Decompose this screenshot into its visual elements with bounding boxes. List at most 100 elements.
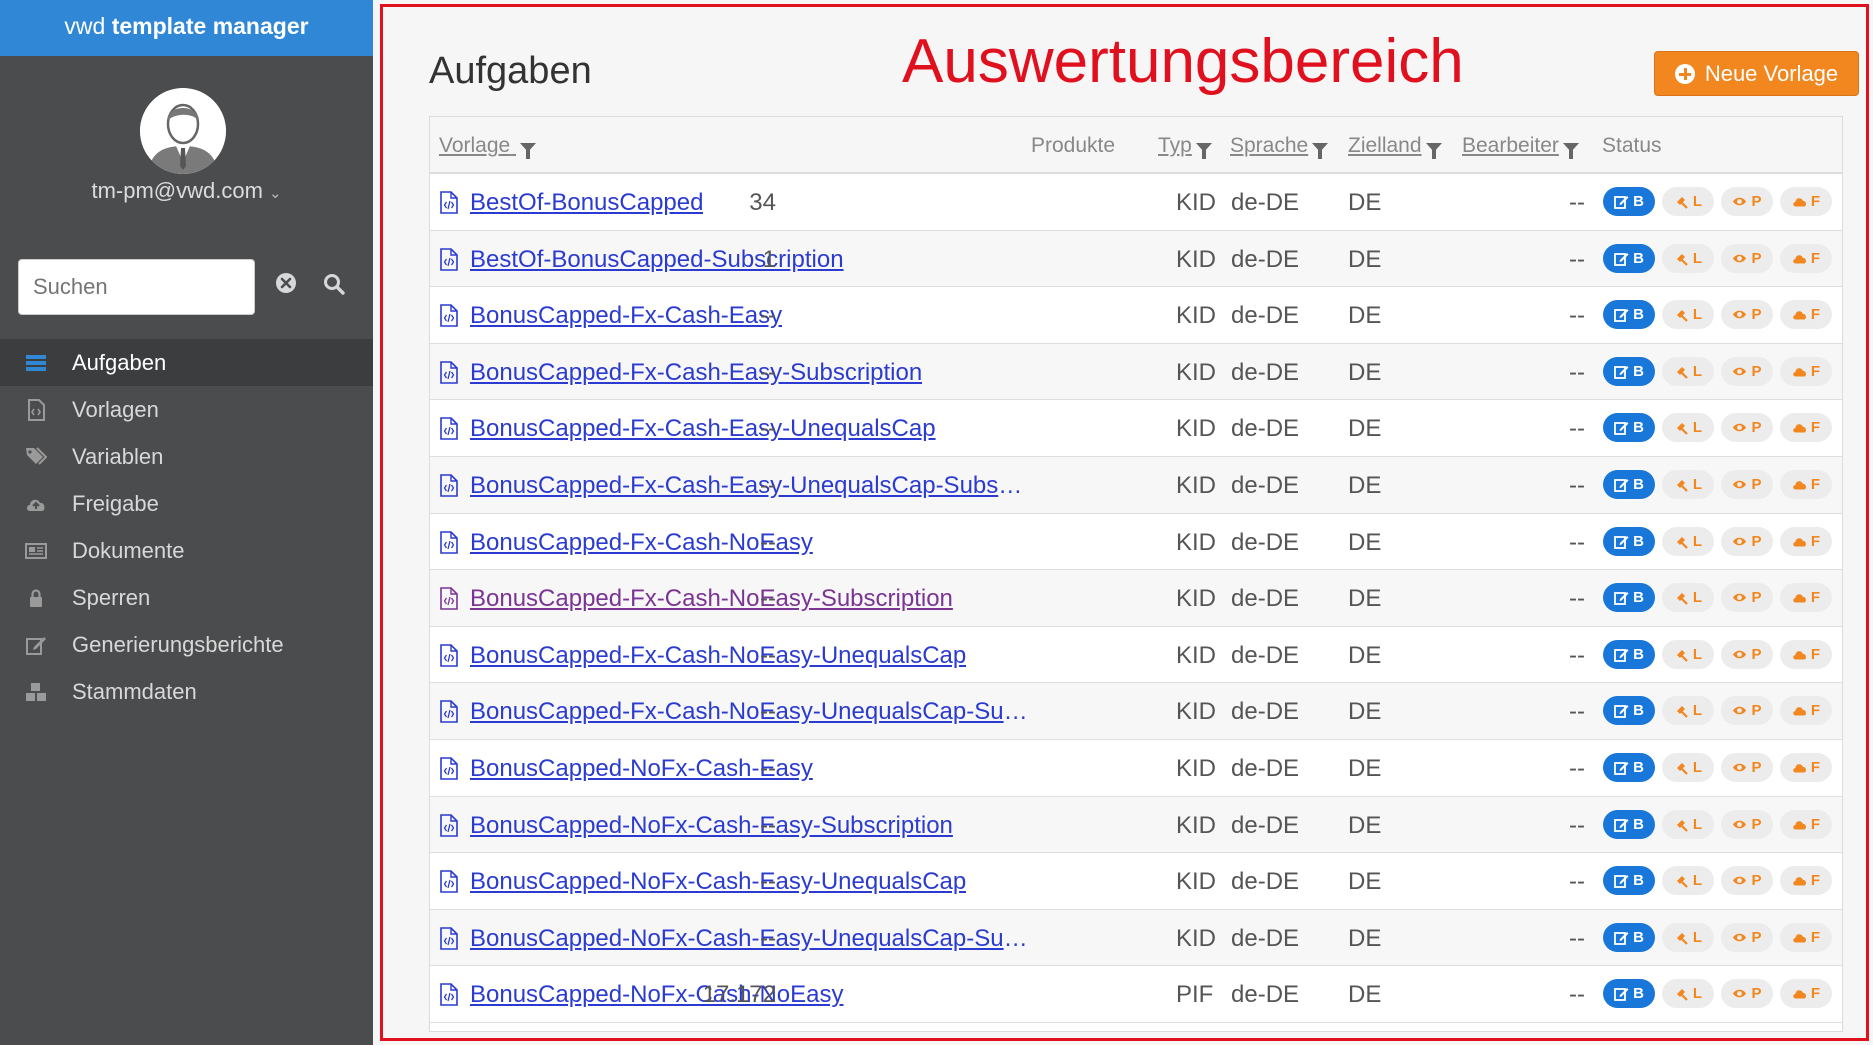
status-badge-l[interactable]: L: [1662, 583, 1714, 613]
table-row[interactable]: BonusCapped-Fx-Cash-Easy -- KID de-DE DE -- B L…: [430, 287, 1842, 344]
avatar[interactable]: [140, 88, 226, 174]
template-link[interactable]: BestOf-BonusCapped: [470, 189, 703, 217]
template-link[interactable]: BonusCapped-Fx-Cash-NoEasy-Subscription: [470, 585, 953, 613]
sidebar-item-dokumente[interactable]: Dokumente: [0, 527, 373, 574]
status-badge-l[interactable]: L: [1662, 243, 1714, 273]
template-link[interactable]: BonusCapped-NoFx-Cash-Easy-UnequalsCap: [470, 868, 966, 896]
status-badge-b[interactable]: B: [1603, 300, 1655, 330]
filter-icon[interactable]: [1425, 143, 1442, 159]
user-menu[interactable]: tm-pm@vwd.com ⌄: [0, 178, 373, 204]
status-badge-b[interactable]: B: [1603, 809, 1655, 839]
status-badge-l[interactable]: L: [1662, 922, 1714, 952]
status-badge-f[interactable]: F: [1780, 356, 1832, 386]
status-badge-p[interactable]: P: [1721, 187, 1773, 216]
header-typ[interactable]: Typ: [1158, 134, 1212, 159]
table-row[interactable]: BonusCapped-Fx-Cash-Easy-UnequalsCap-Sub…: [430, 456, 1842, 514]
status-badge-f[interactable]: F: [1780, 243, 1832, 273]
filter-icon[interactable]: [1195, 143, 1212, 159]
status-badge-f[interactable]: F: [1780, 979, 1832, 1009]
status-badge-p[interactable]: P: [1721, 809, 1773, 839]
table-row[interactable]: BonusCapped-Fx-Cash-NoEasy-UnequalsCap-S…: [430, 683, 1842, 740]
table-row[interactable]: BonusCapped-NoFx-Cash-Easy-UnequalsCap --…: [430, 853, 1842, 910]
status-badge-f[interactable]: F: [1780, 526, 1832, 556]
status-badge-b[interactable]: B: [1603, 639, 1655, 669]
table-row[interactable]: BonusCapped-Fx-Cash-NoEasy-Subscription -…: [430, 570, 1842, 627]
status-badge-l[interactable]: L: [1662, 752, 1714, 782]
status-badge-l[interactable]: L: [1662, 866, 1714, 896]
status-badge-f[interactable]: F: [1780, 583, 1832, 613]
template-link[interactable]: BonusCapped-Fx-Cash-Easy-UnequalsCap: [470, 415, 936, 443]
search-input[interactable]: [18, 259, 255, 315]
status-badge-b[interactable]: B: [1603, 187, 1655, 216]
status-badge-f[interactable]: F: [1780, 922, 1832, 952]
template-link[interactable]: BonusCapped-Fx-Cash-Easy: [470, 302, 782, 330]
sidebar-item-sperren[interactable]: Sperren: [0, 574, 373, 621]
status-badge-f[interactable]: F: [1780, 866, 1832, 896]
clear-search-icon[interactable]: [275, 272, 297, 294]
status-badge-p[interactable]: P: [1721, 922, 1773, 952]
table-row[interactable]: BonusCapped-Fx-Cash-NoEasy -- KID de-DE DE --…: [430, 514, 1842, 571]
app-brand[interactable]: vwd template manager: [0, 0, 373, 56]
table-row[interactable]: BonusCapped-NoFx-Cash-Easy-Subscription -…: [430, 796, 1842, 854]
status-badge-p[interactable]: P: [1721, 866, 1773, 896]
template-link[interactable]: BestOf-BonusCapped-Subscription: [470, 246, 844, 274]
status-badge-p[interactable]: P: [1721, 526, 1773, 556]
template-link[interactable]: BonusCapped-Fx-Cash-Easy-Subscription: [470, 359, 922, 387]
status-badge-l[interactable]: L: [1662, 526, 1714, 556]
status-badge-p[interactable]: P: [1721, 243, 1773, 273]
status-badge-l[interactable]: L: [1662, 187, 1714, 216]
status-badge-p[interactable]: P: [1721, 639, 1773, 669]
status-badge-b[interactable]: B: [1603, 696, 1655, 726]
sidebar-item-aufgaben[interactable]: Aufgaben: [0, 339, 373, 386]
status-badge-b[interactable]: B: [1603, 469, 1655, 499]
status-badge-b[interactable]: B: [1603, 526, 1655, 556]
table-row[interactable]: BonusCapped-Fx-Cash-NoEasy-UnequalsCap --…: [430, 627, 1842, 684]
header-sprache[interactable]: Sprache: [1230, 134, 1329, 159]
header-vorlage[interactable]: Vorlage: [439, 134, 537, 159]
status-badge-f[interactable]: F: [1780, 696, 1832, 726]
sidebar-item-vorlagen[interactable]: Vorlagen: [0, 386, 373, 433]
template-link[interactable]: BonusCapped-Fx-Cash-NoEasy-UnequalsCap: [470, 642, 966, 670]
filter-icon[interactable]: [1312, 143, 1329, 159]
filter-icon[interactable]: [520, 143, 537, 159]
status-badge-f[interactable]: F: [1780, 809, 1832, 839]
status-badge-l[interactable]: L: [1662, 469, 1714, 499]
sidebar-item-generierungsberichte[interactable]: Generierungsberichte: [0, 621, 373, 668]
sidebar-item-stammdaten[interactable]: Stammdaten: [0, 668, 373, 715]
status-badge-l[interactable]: L: [1662, 809, 1714, 839]
table-row[interactable]: BonusCapped-NoFx-Cash-Easy -- KID de-DE DE --…: [430, 740, 1842, 797]
status-badge-l[interactable]: L: [1662, 300, 1714, 330]
new-template-button[interactable]: Neue Vorlage: [1654, 51, 1859, 96]
status-badge-p[interactable]: P: [1721, 300, 1773, 330]
status-badge-p[interactable]: P: [1721, 356, 1773, 386]
status-badge-f[interactable]: F: [1780, 752, 1832, 782]
table-row[interactable]: BonusCapped-NoFx-Cash-Easy-UnequalsCap-S…: [430, 909, 1842, 967]
status-badge-p[interactable]: P: [1721, 413, 1773, 443]
status-badge-b[interactable]: B: [1603, 356, 1655, 386]
status-badge-b[interactable]: B: [1603, 752, 1655, 782]
status-badge-p[interactable]: P: [1721, 696, 1773, 726]
template-link[interactable]: BonusCapped-NoFx-Cash-Easy-Subscription: [470, 812, 953, 840]
status-badge-p[interactable]: P: [1721, 583, 1773, 613]
status-badge-f[interactable]: F: [1780, 413, 1832, 443]
sidebar-item-freigabe[interactable]: Freigabe: [0, 480, 373, 527]
status-badge-l[interactable]: L: [1662, 356, 1714, 386]
status-badge-l[interactable]: L: [1662, 639, 1714, 669]
table-row[interactable]: BestOf-BonusCapped-Subscription 1 KID de-DE…: [430, 230, 1842, 288]
filter-icon[interactable]: [1562, 143, 1579, 159]
status-badge-b[interactable]: B: [1603, 413, 1655, 443]
status-badge-f[interactable]: F: [1780, 639, 1832, 669]
table-row[interactable]: BonusCapped-NoFx-Cash-NoEasy 17.172 PIF de-…: [430, 966, 1842, 1023]
template-link[interactable]: BonusCapped-NoFx-Cash-NoEasy: [470, 981, 844, 1009]
status-badge-l[interactable]: L: [1662, 413, 1714, 443]
template-link[interactable]: BonusCapped-NoFx-Cash-Easy-UnequalsCap-S…: [470, 925, 1030, 953]
header-bearbeiter[interactable]: Bearbeiter: [1462, 134, 1579, 159]
table-row[interactable]: BonusCapped-Fx-Cash-Easy-Subscription -- K…: [430, 343, 1842, 401]
template-link[interactable]: BonusCapped-Fx-Cash-Easy-UnequalsCap-Sub…: [470, 472, 1030, 500]
sidebar-item-variablen[interactable]: Variablen: [0, 433, 373, 480]
status-badge-p[interactable]: P: [1721, 752, 1773, 782]
status-badge-f[interactable]: F: [1780, 300, 1832, 330]
status-badge-l[interactable]: L: [1662, 979, 1714, 1009]
template-link[interactable]: BonusCapped-Fx-Cash-NoEasy-UnequalsCap-S…: [470, 698, 1030, 726]
status-badge-f[interactable]: F: [1780, 469, 1832, 499]
